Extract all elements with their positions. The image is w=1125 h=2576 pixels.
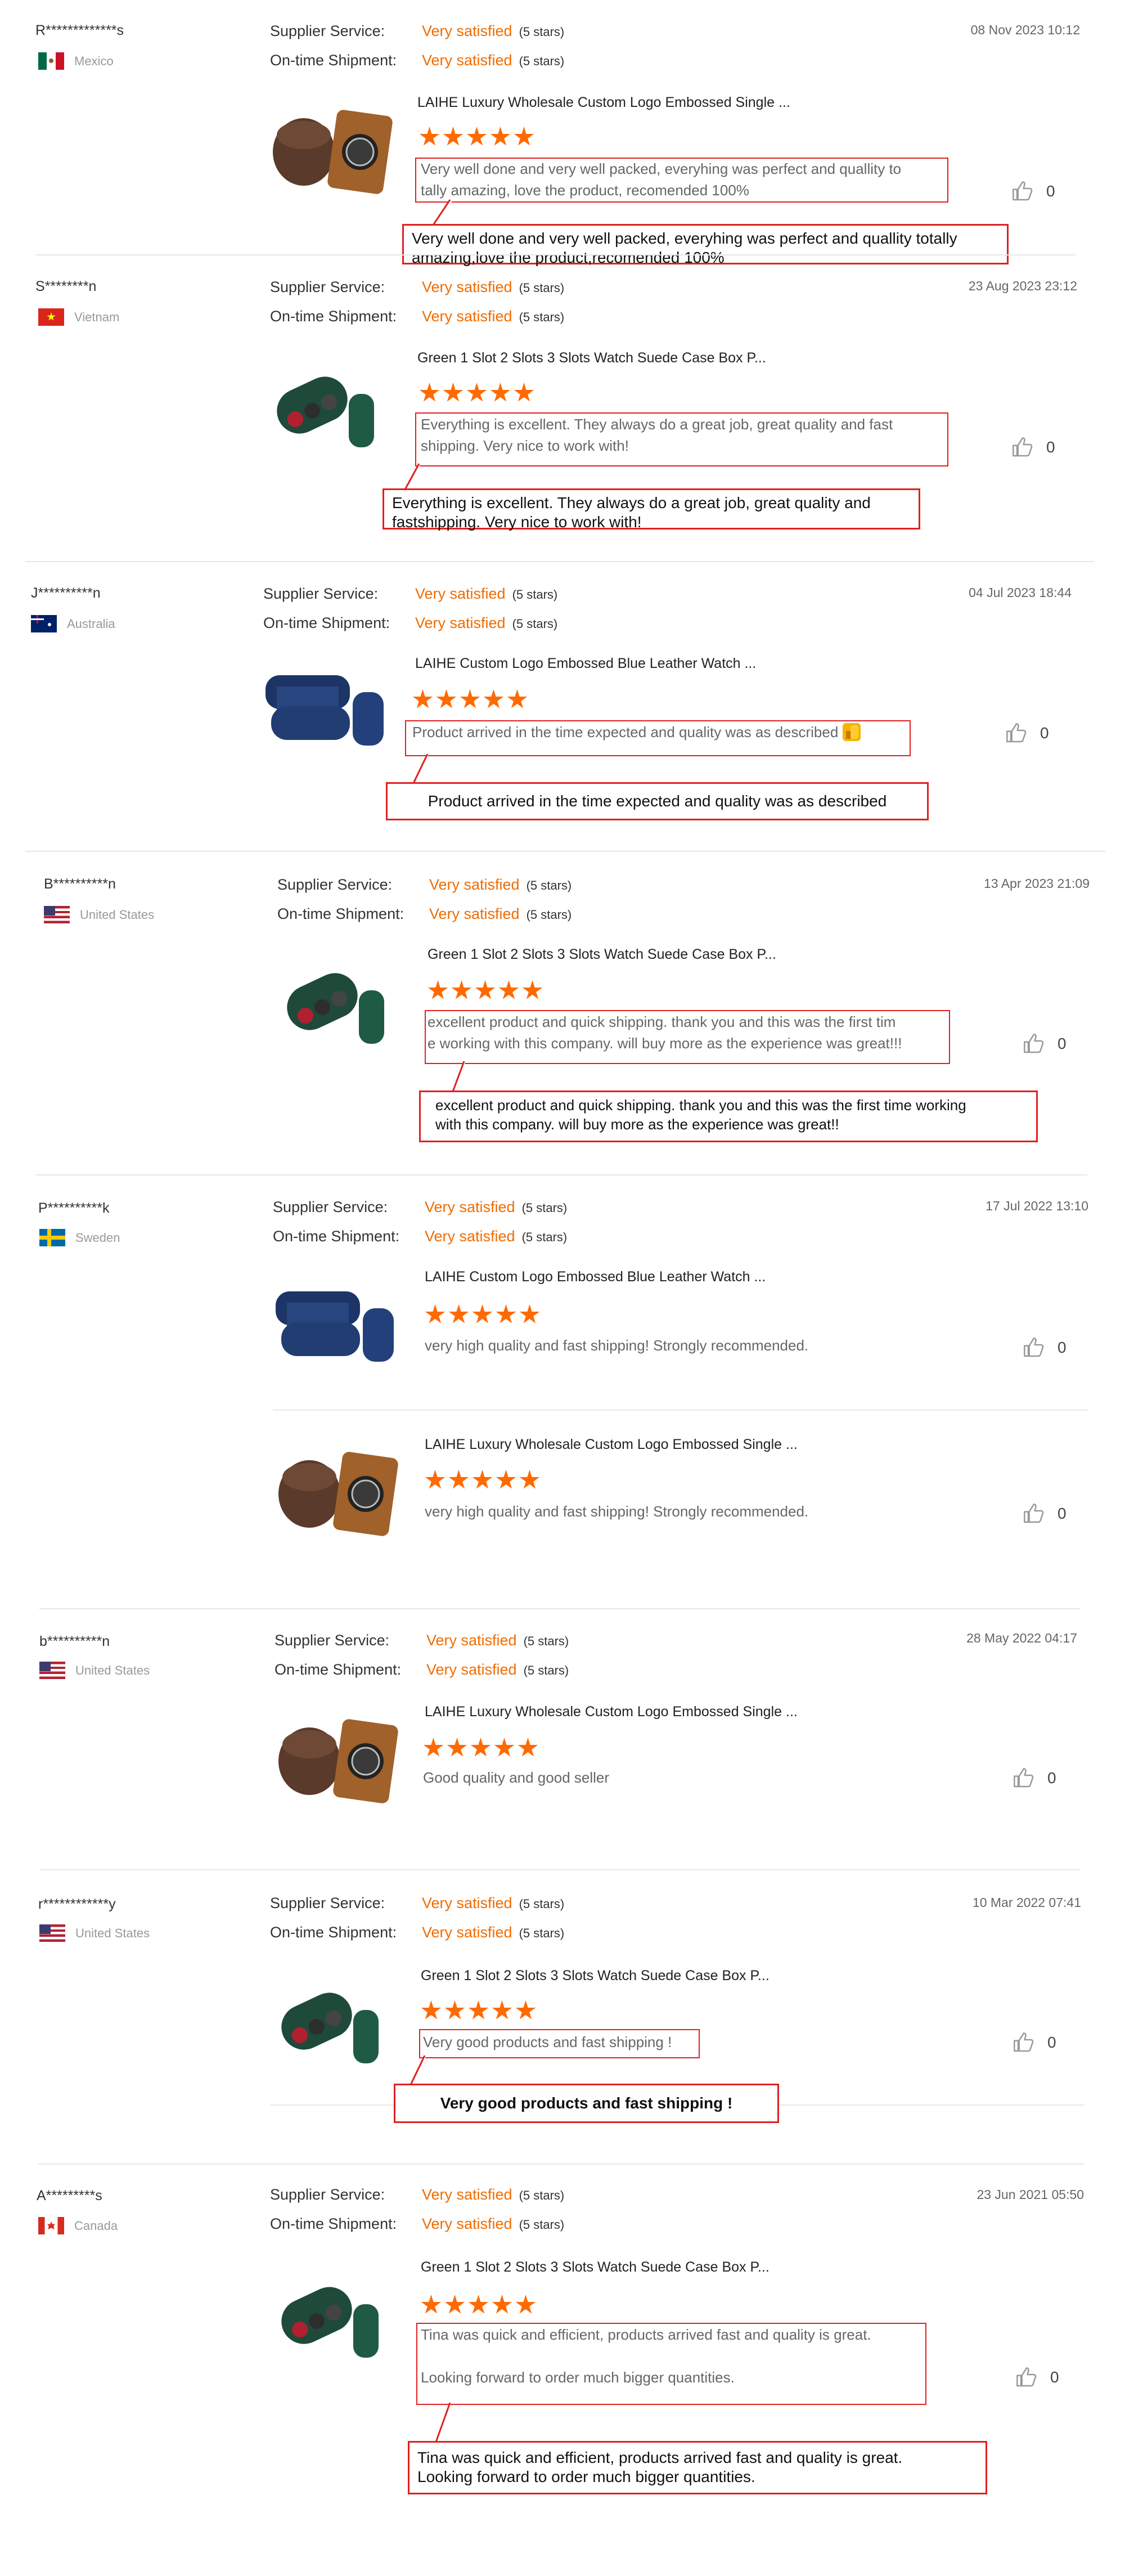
callout-pointer: [434, 2402, 458, 2443]
review-callout: Tina was quick and efficient, products a…: [408, 2441, 987, 2494]
